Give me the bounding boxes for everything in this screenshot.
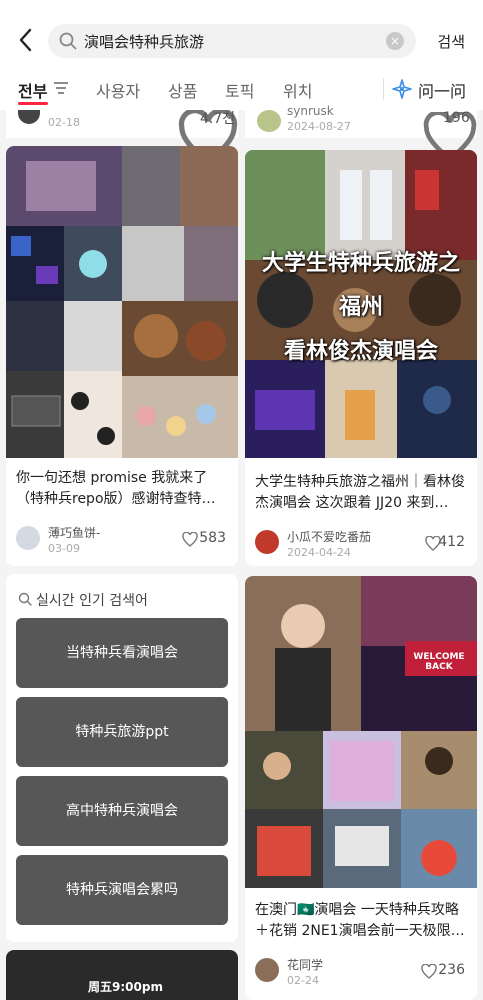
post-date: 02-18 (48, 116, 80, 129)
search-icon (59, 32, 77, 50)
note-title[interactable]: 大学生特种兵旅游之福州｜看林俊杰演唱会 这次跟着 JJ20 来到… (255, 472, 467, 514)
tab-topics[interactable]: 토픽 (225, 78, 254, 102)
note-card-partial[interactable]: 周五9:00pm (6, 950, 238, 1000)
author-name[interactable]: 花同学 (287, 956, 323, 973)
tab-divider (383, 78, 384, 100)
tab-products[interactable]: 상품 (168, 78, 197, 102)
like-count: 236 (438, 962, 465, 978)
search-input[interactable]: 演唱会特种兵旅游 × (48, 24, 416, 58)
hot-search-title: 실시간 인기 검색어 (36, 593, 148, 609)
hot-search-panel: 실시간 인기 검색어 当特种兵看演唱会 特种兵旅游ppt 高中特种兵演唱会 特种… (6, 574, 238, 942)
hot-search-item[interactable]: 当特种兵看演唱会 (16, 618, 228, 688)
note-cover-image (6, 146, 238, 458)
ask-button[interactable]: 问一问 (418, 78, 466, 102)
note-card[interactable]: WELCOME BACK 在澳门🇲🇴演唱会 一天特种兵攻略＋花销 2NE1演唱会… (245, 576, 477, 1000)
tab-bar: 전부 사용자 상품 토픽 위치 问一问 (0, 70, 483, 110)
active-tab-indicator (18, 102, 48, 105)
cover-overlay-text: 周五9:00pm (88, 980, 163, 994)
back-arrow-icon[interactable] (14, 26, 38, 54)
search-icon (18, 592, 32, 606)
avatar (18, 110, 40, 124)
note-cover-image: WELCOME BACK (245, 576, 477, 888)
note-cover-image: 大学生特种兵旅游之 福州 看林俊杰演唱会 (245, 150, 477, 458)
post-date: 02-24 (287, 974, 319, 987)
tab-users[interactable]: 사용자 (96, 78, 140, 102)
note-card[interactable]: 大学生特种兵旅游之 福州 看林俊杰演唱会 大学生特种兵旅游之福州｜看林俊杰演唱会… (245, 150, 477, 566)
clear-icon[interactable]: × (386, 32, 404, 50)
avatar[interactable] (255, 530, 279, 554)
hot-search-item[interactable]: 特种兵旅游ppt (16, 697, 228, 767)
post-date: 2024-08-27 (287, 120, 351, 133)
welcome-back-banner: WELCOME BACK (413, 652, 465, 672)
search-button[interactable]: 검색 (437, 31, 465, 52)
note-title[interactable]: 你一句还想 promise 我就来了（特种兵repo版）感谢特查特… (16, 468, 228, 510)
avatar[interactable] (16, 526, 40, 550)
avatar[interactable] (255, 958, 279, 982)
overlay-line: 大学生特种兵旅游之 (261, 251, 460, 276)
like-count: 583 (199, 530, 226, 546)
author-name[interactable]: 薄巧鱼饼- (48, 524, 100, 541)
partial-card-left[interactable]: 02-18 4.7천 (6, 110, 238, 166)
like-count: 4.7천 (200, 111, 236, 127)
hot-search-item[interactable]: 特种兵演唱会累吗 (16, 855, 228, 925)
post-date: 2024-04-24 (287, 546, 351, 559)
overlay-line: 福州 (338, 295, 383, 320)
avatar (257, 110, 281, 132)
heart-icon[interactable] (182, 532, 198, 547)
ask-sparkle-icon[interactable] (392, 79, 412, 99)
tab-location[interactable]: 위치 (283, 78, 312, 102)
post-date: 03-09 (48, 542, 80, 555)
like-count: 412 (438, 534, 465, 550)
author-name: synrusk (287, 104, 334, 118)
overlay-line: 看林俊杰演唱会 (283, 339, 438, 364)
partial-card-right[interactable]: synrusk 2024-08-27 196 (245, 104, 477, 163)
like-count: 196 (443, 110, 470, 126)
filter-icon[interactable] (54, 82, 68, 94)
author-name[interactable]: 小瓜不爱吃番茄 (287, 528, 371, 545)
tab-all[interactable]: 전부 (18, 78, 47, 102)
search-query-text[interactable]: 演唱会特种兵旅游 (84, 31, 204, 52)
note-card[interactable]: 你一句还想 promise 我就来了（特种兵repo版）感谢特查特… 薄巧鱼饼-… (6, 146, 238, 566)
cover-overlay-text: 大学生特种兵旅游之 福州 看林俊杰演唱会 (245, 242, 477, 374)
heart-icon[interactable] (421, 964, 437, 979)
search-header: 演唱会特种兵旅游 × 검색 (0, 0, 483, 70)
note-title[interactable]: 在澳门🇲🇴演唱会 一天特种兵攻略＋花销 2NE1演唱会前一天极限… (255, 900, 467, 942)
hot-search-item[interactable]: 高中特种兵演唱会 (16, 776, 228, 846)
